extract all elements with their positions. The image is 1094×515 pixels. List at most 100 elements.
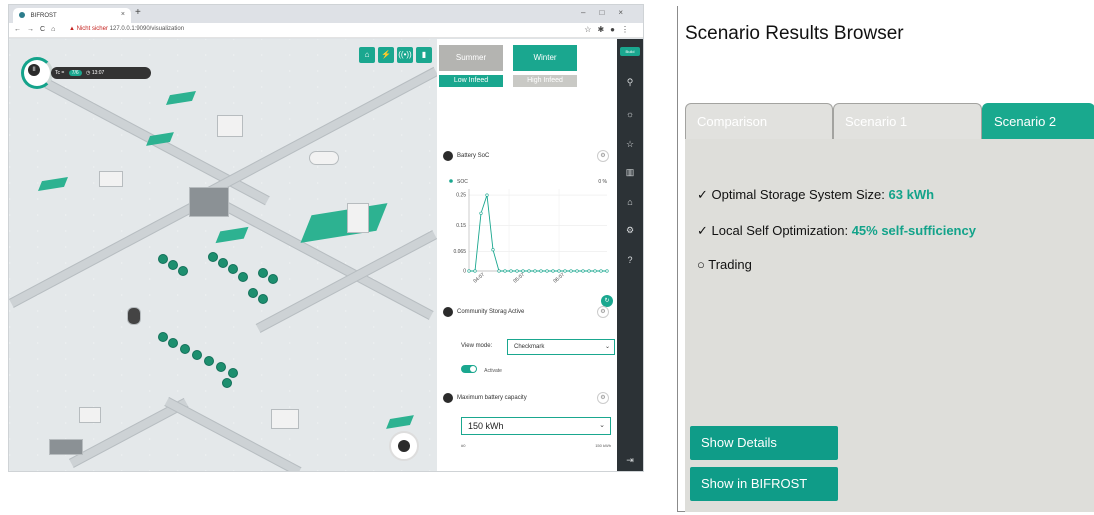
gear-icon[interactable]: ⚙ bbox=[597, 306, 609, 318]
high-infeed-button[interactable]: High Infeed bbox=[513, 75, 577, 87]
soc-point bbox=[575, 269, 579, 273]
gear-icon[interactable]: ⚙ bbox=[597, 150, 609, 162]
logout-icon[interactable]: ⇥ bbox=[617, 455, 643, 466]
building[interactable] bbox=[79, 407, 101, 423]
building[interactable] bbox=[99, 171, 123, 187]
soc-point bbox=[593, 269, 597, 273]
browser-window: BIFROST × + –□× ←→C⌂ ▲ Nicht sicher 127.… bbox=[8, 4, 644, 472]
forward-icon[interactable]: → bbox=[27, 26, 40, 33]
url-field[interactable]: ▲ Nicht sicher 127.0.0.1:9090/visualizat… bbox=[69, 26, 184, 32]
star-icon[interactable]: ☆ bbox=[617, 139, 643, 150]
view-mode-select[interactable]: Checkmark ⌄ bbox=[507, 339, 615, 355]
speed-chip[interactable]: 7/6 bbox=[68, 70, 82, 76]
solar-tile bbox=[386, 415, 414, 429]
back-icon[interactable]: ← bbox=[14, 26, 27, 33]
show-in-bifrost-button[interactable]: Show in BIFROST bbox=[690, 467, 838, 501]
star-icon[interactable]: ☆ bbox=[584, 25, 597, 34]
account-icon[interactable]: ● bbox=[610, 25, 621, 34]
view-mode-label: View mode: bbox=[461, 343, 493, 349]
winter-button[interactable]: Winter bbox=[513, 45, 577, 71]
tab-scenario-2[interactable]: Scenario 2 bbox=[982, 103, 1094, 139]
legend-value: 0 % bbox=[598, 179, 607, 185]
capacity-select[interactable]: 150 kWh ⌄ bbox=[461, 417, 611, 435]
home-icon[interactable]: ⌂ bbox=[51, 26, 61, 33]
soc-point bbox=[527, 269, 531, 273]
soc-point bbox=[497, 269, 501, 273]
time-control: II Tc = 7/6 ◷ 13:07 bbox=[21, 57, 151, 89]
building[interactable] bbox=[271, 409, 299, 429]
pause-icon[interactable]: II bbox=[28, 64, 40, 76]
city-icon[interactable]: ▥ bbox=[617, 167, 643, 178]
result-value: 45% self-sufficiency bbox=[851, 223, 976, 238]
compass-icon bbox=[398, 440, 410, 452]
activate-toggle[interactable] bbox=[461, 365, 477, 373]
browser-tab[interactable]: BIFROST × bbox=[13, 8, 131, 23]
rotate-view-button[interactable] bbox=[389, 431, 419, 461]
sun-icon[interactable]: ☼ bbox=[617, 109, 643, 119]
close-tab-icon[interactable]: × bbox=[121, 11, 125, 18]
y-tick-label: 0 bbox=[463, 269, 466, 275]
community-storage-header[interactable]: Community Storag Active ⚙ bbox=[443, 305, 613, 319]
power-layer-icon[interactable]: ⚡ bbox=[378, 47, 394, 63]
capacity-header[interactable]: Maximum battery capacity ⚙ bbox=[443, 391, 613, 405]
soc-point bbox=[557, 269, 561, 273]
nav-buttons[interactable]: ←→C⌂ bbox=[14, 26, 61, 33]
tree bbox=[209, 253, 217, 261]
result-label: ✓ Optimal Storage System Size: bbox=[697, 187, 889, 202]
tree bbox=[181, 345, 189, 353]
city-map[interactable]: II Tc = 7/6 ◷ 13:07 ⌂ ⚡ ((•)) ▮ bbox=[9, 39, 437, 471]
scenario-results-browser: Scenario Results Browser Comparison Scen… bbox=[677, 6, 1094, 512]
collapse-icon[interactable] bbox=[443, 151, 453, 161]
legend-marker bbox=[449, 179, 453, 183]
battery-soc-chart: SOC 0 % 0.25 0.15 0.065 0 04:07 05:07 06:07 bbox=[443, 175, 613, 295]
battery-storage[interactable] bbox=[127, 307, 141, 325]
capacity-legend-left: #0 bbox=[461, 443, 466, 448]
build-button[interactable]: Build bbox=[620, 47, 640, 56]
settings-icon[interactable]: ⚙ bbox=[617, 225, 643, 236]
collapse-icon[interactable] bbox=[443, 393, 453, 403]
show-details-button[interactable]: Show Details bbox=[690, 426, 838, 460]
x-tick-label: 06:07 bbox=[552, 272, 566, 285]
extension-icon[interactable]: ✱ bbox=[597, 25, 610, 34]
url-warning: Nicht sicher bbox=[76, 26, 108, 32]
window-controls[interactable]: –□× bbox=[581, 8, 637, 17]
chevron-down-icon: ⌄ bbox=[604, 344, 610, 350]
solar-tile bbox=[215, 226, 249, 244]
low-infeed-button[interactable]: Low Infeed bbox=[439, 75, 503, 87]
soc-point bbox=[539, 269, 543, 273]
tree bbox=[249, 289, 257, 297]
capacity-section: Maximum battery capacity ⚙ bbox=[443, 391, 613, 405]
battery-soc-header[interactable]: Battery SoC ⚙ bbox=[443, 149, 613, 163]
soc-point bbox=[503, 269, 507, 273]
soc-point bbox=[479, 211, 483, 215]
chart-svg: SOC 0 % 0.25 0.15 0.065 0 04:07 05:07 06:07 bbox=[449, 179, 609, 285]
signal-layer-icon[interactable]: ((•)) bbox=[397, 47, 413, 63]
result-value: 63 kWh bbox=[888, 187, 935, 202]
tanks[interactable] bbox=[49, 439, 83, 455]
result-storage-size: ✓ Optimal Storage System Size: 63 kWh bbox=[697, 187, 934, 203]
soc-point bbox=[569, 269, 573, 273]
tree bbox=[217, 363, 225, 371]
battery-layer-icon[interactable]: ▮ bbox=[416, 47, 432, 63]
battery-soc-section: Battery SoC ⚙ bbox=[443, 149, 613, 163]
help-icon[interactable]: ? bbox=[617, 255, 643, 265]
airship[interactable] bbox=[309, 151, 339, 165]
new-tab-icon[interactable]: + bbox=[135, 7, 141, 18]
tab-comparison[interactable]: Comparison bbox=[685, 103, 833, 139]
tree bbox=[219, 259, 227, 267]
tools-icon[interactable]: ⚲ bbox=[617, 77, 643, 88]
tree bbox=[239, 273, 247, 281]
building[interactable] bbox=[217, 115, 243, 137]
building[interactable] bbox=[347, 203, 369, 233]
reload-icon[interactable]: C bbox=[40, 26, 51, 33]
collapse-icon[interactable] bbox=[443, 307, 453, 317]
chevron-down-icon: ⌄ bbox=[599, 422, 605, 429]
gear-icon[interactable]: ⚙ bbox=[597, 392, 609, 404]
community-building[interactable] bbox=[189, 187, 229, 217]
tab-scenario-1[interactable]: Scenario 1 bbox=[833, 103, 982, 139]
menu-icon[interactable]: ⋮ bbox=[621, 25, 635, 34]
house-layer-icon[interactable]: ⌂ bbox=[359, 47, 375, 63]
scenario-tabs: Comparison Scenario 1 Scenario 2 bbox=[685, 103, 1094, 139]
house-icon[interactable]: ⌂ bbox=[617, 197, 643, 207]
summer-button[interactable]: Summer bbox=[439, 45, 503, 71]
